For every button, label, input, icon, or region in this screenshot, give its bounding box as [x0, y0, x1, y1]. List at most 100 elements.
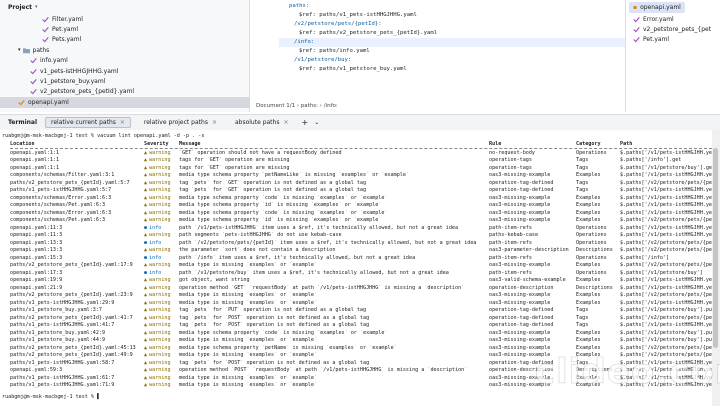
code-line[interactable]: /info: [279, 38, 625, 47]
severity-text: warning [149, 164, 171, 171]
path-cell: $.paths['/v2/petstore/pets/{pe [620, 262, 712, 268]
code-line[interactable]: $ref: paths/v1_pets-istHHGJHHG.yaml [279, 11, 625, 20]
chevron-down-icon[interactable]: ▾ [18, 47, 21, 53]
category-cell: Examples [576, 172, 601, 178]
code-line[interactable]: /v2/petstore/pets/{petId}: [279, 20, 625, 29]
location-cell: openapi.yaml:21:9 [10, 284, 63, 291]
tab-openapi[interactable]: ▪ openapi.yaml [629, 1, 685, 13]
warning-icon: ▲ [144, 329, 148, 336]
tree-item[interactable]: info.yaml [0, 56, 250, 66]
message-cell: path `/info` item uses a $ref, it's tech… [179, 254, 416, 261]
table-row: openapi.yaml:1:1 ▲ warning tags for `GET` o… [0, 157, 712, 165]
close-icon[interactable]: × [283, 119, 288, 126]
close-icon[interactable]: × [120, 119, 125, 126]
tree-item-label: info.yaml [40, 57, 68, 65]
yaml-file-icon [633, 16, 640, 23]
code-line[interactable]: paths: [279, 2, 625, 11]
severity-cell: ▲ warning [144, 307, 178, 315]
severity-cell: ▲ warning [144, 315, 178, 323]
code-line[interactable]: $ref: paths/v1_petstore_buy.yaml [279, 65, 625, 74]
message-cell: tag `pets` for `GET` operation is not de… [179, 187, 367, 193]
tree-item[interactable]: v2_petstore_pets_{petId}.yaml [0, 87, 250, 97]
location-cell: openapi.yaml:59:3 [10, 367, 63, 373]
path-cell: $.paths['/v2/petstore/pets/{pe [620, 344, 712, 351]
structure-item[interactable]: Error.yaml [627, 14, 720, 24]
warning-icon: ▲ [144, 217, 148, 223]
tree-item[interactable]: Pets.yaml [0, 35, 250, 45]
add-tab-button[interactable]: + [302, 118, 309, 127]
message-cell: the parameter `sort` does not contain a … [179, 247, 336, 253]
terminal-tab[interactable]: relative project paths × [139, 117, 222, 128]
scrollbar-thumb[interactable] [713, 148, 718, 348]
severity-cell: ▲ warning [144, 360, 178, 368]
command-text: ruabgmj@m-msk-macbgmj-1 test % vacuum li… [2, 133, 205, 139]
rule-cell: oas3-missing-example [489, 209, 551, 216]
tree-item[interactable]: v1_pets-istHHGJHHG.yaml [0, 66, 250, 76]
header-severity: Severity [144, 140, 169, 147]
structure-item[interactable]: Pet.yaml [627, 35, 720, 45]
table-row: paths/v2_petstore_pets_{petId}.yaml:5:7 ▲… [0, 180, 712, 188]
code-text: /v1/petstore/buy: [294, 57, 352, 63]
warning-icon: ▲ [144, 149, 148, 156]
path-cell: $.paths['/v2/petstore/pets/{pe [620, 314, 712, 321]
rule-cell: oas3-missing-example [489, 292, 551, 298]
code-line[interactable]: /v1/petstore/buy: [279, 56, 625, 65]
path-cell: $.paths['/v1/petstore/buy'].ge [620, 164, 712, 171]
location-cell: openapi.yaml:1:1 [10, 157, 60, 163]
message-cell: path `/v2/petstore/pets/{petId}` item us… [179, 239, 477, 246]
rule-cell: operation-tag-defined [489, 179, 554, 186]
tree-item[interactable]: v1_petstore_buy.yaml [0, 76, 250, 86]
right-panel: ▪ openapi.yaml Error.yaml v2_petstore_pet… [627, 0, 720, 112]
yaml-file-icon [42, 16, 49, 23]
editor-breadcrumb[interactable]: Document 1/1 › paths: › /info: [251, 100, 626, 112]
location-cell: paths/v2_petstore_pets_{petId}.yaml:17:9 [10, 262, 133, 268]
severity-text: warning [149, 157, 171, 163]
yaml-file-icon [633, 36, 640, 43]
tree-item[interactable]: ▾ paths [0, 45, 250, 55]
tab-menu-button[interactable]: ⌄ [314, 119, 319, 126]
location-cell: openapi.yaml:13:3 [10, 239, 63, 246]
rule-cell: operation-tag-defined [489, 307, 554, 313]
message-cell: media type schema property `code` is mis… [179, 329, 388, 336]
project-header[interactable]: Project ▾ [0, 0, 249, 14]
warning-icon: ▲ [144, 277, 148, 283]
severity-cell: ▲ warning [144, 322, 178, 330]
severity-text: warning [149, 337, 171, 343]
code-text: $ref: paths/v1_petstore_buy.yaml [299, 66, 407, 72]
code-line[interactable]: $ref: paths/v2_petstore_pets_{petId}.yam… [279, 29, 625, 38]
warning-icon: ▲ [144, 172, 148, 178]
location-cell: paths/v1_pets-istHHGJHHG.yaml:29:9 [10, 299, 115, 306]
close-icon[interactable]: × [212, 119, 217, 126]
severity-cell: ▲ warning [144, 202, 178, 210]
rule-cell: oas3-missing-example [489, 194, 551, 201]
message-cell: operation method `POST` `requestBody` at… [179, 367, 468, 373]
location-cell: paths/v2_petstore_pets_{petId}.yaml:45:1… [10, 344, 136, 351]
path-cell: $.paths['/v1/pets-istHHGJHH.ye [620, 187, 712, 193]
severity-text: info [149, 254, 162, 261]
structure-item-label: v2_petstore_pets_{pet [643, 26, 712, 34]
code-area[interactable]: paths: $ref: paths/v1_pets-istHHGJHHG.yam… [279, 2, 625, 74]
tree-item[interactable]: Filter.yaml [0, 14, 250, 24]
terminal-tab[interactable]: absolute paths × [230, 117, 294, 128]
warning-icon: ▲ [144, 374, 148, 381]
code-line[interactable]: $ref: paths/info.yaml [279, 47, 625, 56]
structure-item[interactable]: v2_petstore_pets_{pet [627, 24, 720, 34]
terminal-tab[interactable]: relative current paths × [45, 117, 131, 128]
table-row: paths/v2_petstore_pets_{petId}.yaml:23:9… [0, 292, 712, 300]
tree-item[interactable]: openapi.yaml [0, 97, 250, 108]
path-cell: $.paths['/v1/pets-istHHGJHH.ye [620, 224, 712, 231]
severity-cell: ▲ warning [144, 180, 178, 188]
message-cell: path segments `pets-istHHGJHHG` do not u… [179, 232, 342, 238]
category-cell: Tags [576, 179, 589, 186]
yaml-file-icon [42, 26, 49, 33]
tree-item[interactable]: Pet.yaml [0, 24, 250, 34]
location-cell: openapi.yaml:13:3 [10, 247, 63, 253]
editor-pane[interactable]: paths: $ref: paths/v1_pets-istHHGJHHG.yam… [251, 0, 626, 112]
tree-item-label: paths [32, 46, 50, 54]
chevron-down-icon[interactable]: ▾ [35, 4, 38, 10]
message-cell: media type is missing `examples` or `exa… [179, 382, 318, 388]
severity-cell: ▲ warning [144, 165, 178, 173]
path-cell: $.paths['/v1/petstore/buy'].pu [620, 337, 712, 343]
rule-cell: path-item-refs [489, 239, 532, 246]
category-cell: Operations [576, 239, 607, 246]
